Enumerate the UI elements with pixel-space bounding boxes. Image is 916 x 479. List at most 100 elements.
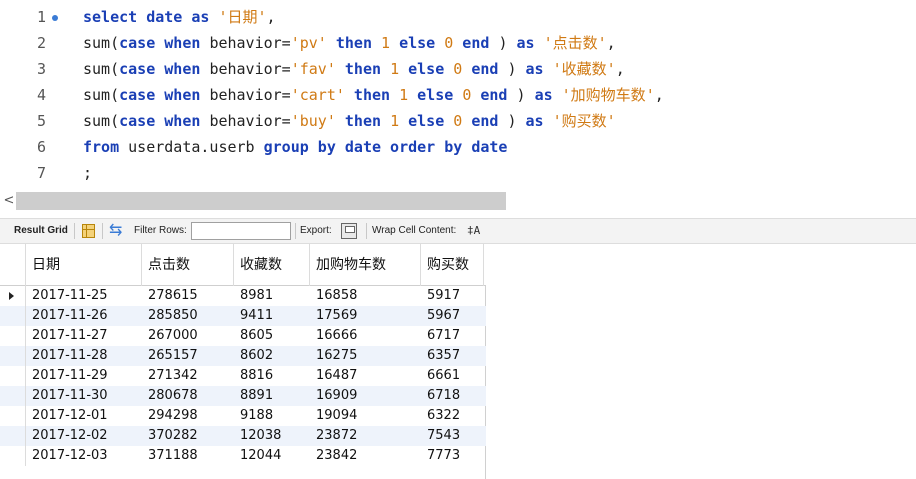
- code-line[interactable]: 4 sum(case when behavior='cart' then 1 el…: [0, 82, 916, 108]
- table-cell[interactable]: 12038: [234, 426, 310, 446]
- table-cell[interactable]: 23872: [310, 426, 421, 446]
- table-cell[interactable]: 8816: [234, 366, 310, 386]
- column-header[interactable]: 收藏数: [234, 244, 310, 286]
- table-cell[interactable]: 19094: [310, 406, 421, 426]
- table-cell[interactable]: 6718: [421, 386, 484, 406]
- sql-editor[interactable]: 1 select date as '日期', 2 sum(case when beha…: [0, 0, 916, 190]
- table-cell[interactable]: 16666: [310, 326, 421, 346]
- table-cell[interactable]: 267000: [142, 326, 234, 346]
- code-line[interactable]: 3 sum(case when behavior='fav' then 1 els…: [0, 56, 916, 82]
- table-cell[interactable]: 23842: [310, 446, 421, 466]
- table-cell[interactable]: 2017-11-30: [26, 386, 142, 406]
- table-cell[interactable]: 7773: [421, 446, 484, 466]
- table-cell[interactable]: 6357: [421, 346, 484, 366]
- table-cell[interactable]: 9411: [234, 306, 310, 326]
- filter-rows-input[interactable]: [191, 222, 291, 240]
- wrap-cell-content-icon[interactable]: ‡A: [467, 219, 480, 243]
- table-cell[interactable]: 280678: [142, 386, 234, 406]
- table-cell[interactable]: 7543: [421, 426, 484, 446]
- code-text[interactable]: sum(case when behavior='cart' then 1 els…: [83, 82, 664, 108]
- column-header[interactable]: 购买数: [421, 244, 484, 286]
- table-cell[interactable]: 9188: [234, 406, 310, 426]
- table-cell[interactable]: 6717: [421, 326, 484, 346]
- row-selector[interactable]: [0, 386, 26, 406]
- code-token: then: [335, 60, 391, 78]
- table-cell[interactable]: 5967: [421, 306, 484, 326]
- table-row[interactable]: 2017-12-01 294298 9188 19094 6322: [0, 406, 486, 426]
- table-cell[interactable]: 6322: [421, 406, 484, 426]
- table-cell[interactable]: 8605: [234, 326, 310, 346]
- code-token: sum(: [83, 112, 120, 130]
- row-selector[interactable]: [0, 426, 26, 446]
- table-cell[interactable]: 12044: [234, 446, 310, 466]
- table-cell[interactable]: 16487: [310, 366, 421, 386]
- code-line[interactable]: 2 sum(case when behavior='pv' then 1 else…: [0, 30, 916, 56]
- code-line[interactable]: 6 from userdata.userb group by date order…: [0, 134, 916, 160]
- table-row[interactable]: 2017-12-02 370282 12038 23872 7543: [0, 426, 486, 446]
- table-cell[interactable]: 8981: [234, 286, 310, 306]
- code-text[interactable]: sum(case when behavior='buy' then 1 else…: [83, 108, 616, 134]
- result-grid-tab[interactable]: Result Grid: [14, 219, 68, 243]
- editor-horizontal-scrollbar[interactable]: <: [0, 190, 916, 212]
- table-cell[interactable]: 6661: [421, 366, 484, 386]
- table-cell[interactable]: 16858: [310, 286, 421, 306]
- table-row[interactable]: 2017-11-27 267000 8605 16666 6717: [0, 326, 486, 346]
- table-cell[interactable]: 285850: [142, 306, 234, 326]
- code-line[interactable]: 7;: [0, 160, 916, 186]
- table-row[interactable]: 2017-11-26 285850 9411 17569 5967: [0, 306, 486, 326]
- table-cell[interactable]: 278615: [142, 286, 234, 306]
- table-cell[interactable]: 5917: [421, 286, 484, 306]
- table-cell[interactable]: 8891: [234, 386, 310, 406]
- code-text[interactable]: sum(case when behavior='fav' then 1 else…: [83, 56, 625, 82]
- code-token: as: [534, 86, 562, 104]
- row-selector[interactable]: [0, 326, 26, 346]
- row-selector[interactable]: [0, 306, 26, 326]
- row-selector[interactable]: [0, 446, 26, 466]
- table-cell[interactable]: 8602: [234, 346, 310, 366]
- code-text[interactable]: from userdata.userb group by date order …: [83, 134, 507, 160]
- code-token: from: [83, 138, 129, 156]
- code-text[interactable]: ;: [83, 160, 92, 186]
- grid-view-icon[interactable]: [82, 224, 95, 238]
- refresh-icon[interactable]: ⇆: [109, 219, 122, 243]
- column-header[interactable]: 点击数: [142, 244, 234, 286]
- table-row[interactable]: 2017-12-03 371188 12044 23842 7773: [0, 446, 486, 466]
- row-selector[interactable]: [0, 286, 26, 306]
- table-cell[interactable]: 265157: [142, 346, 234, 366]
- table-cell[interactable]: 2017-12-01: [26, 406, 142, 426]
- export-icon[interactable]: [341, 223, 357, 239]
- code-text[interactable]: select date as '日期',: [83, 4, 276, 30]
- code-text[interactable]: sum(case when behavior='pv' then 1 else …: [83, 30, 616, 56]
- scrollbar-thumb[interactable]: [16, 192, 506, 210]
- column-header[interactable]: 日期: [26, 244, 142, 286]
- code-token: ,: [606, 34, 616, 52]
- table-cell[interactable]: 2017-12-02: [26, 426, 142, 446]
- code-token: as: [516, 34, 544, 52]
- row-selector[interactable]: [0, 406, 26, 426]
- code-line[interactable]: 1 select date as '日期',: [0, 4, 916, 30]
- table-cell[interactable]: 2017-11-26: [26, 306, 142, 326]
- table-cell[interactable]: 2017-11-27: [26, 326, 142, 346]
- table-row[interactable]: 2017-11-29 271342 8816 16487 6661: [0, 366, 486, 386]
- table-cell[interactable]: 271342: [142, 366, 234, 386]
- row-selector[interactable]: [0, 346, 26, 366]
- table-row[interactable]: 2017-11-30 280678 8891 16909 6718: [0, 386, 486, 406]
- table-row[interactable]: 2017-11-25 278615 8981 16858 5917: [0, 286, 486, 306]
- code-line[interactable]: 5 sum(case when behavior='buy' then 1 els…: [0, 108, 916, 134]
- table-cell[interactable]: 2017-11-29: [26, 366, 142, 386]
- scroll-left-icon[interactable]: <: [2, 192, 16, 210]
- current-statement-marker-icon: [52, 15, 58, 21]
- table-row[interactable]: 2017-11-28 265157 8602 16275 6357: [0, 346, 486, 366]
- row-selector[interactable]: [0, 366, 26, 386]
- table-cell[interactable]: 371188: [142, 446, 234, 466]
- table-cell[interactable]: 16909: [310, 386, 421, 406]
- table-cell[interactable]: 2017-11-25: [26, 286, 142, 306]
- table-cell[interactable]: 2017-12-03: [26, 446, 142, 466]
- table-cell[interactable]: 2017-11-28: [26, 346, 142, 366]
- table-cell[interactable]: 370282: [142, 426, 234, 446]
- table-cell[interactable]: 17569: [310, 306, 421, 326]
- result-grid[interactable]: 日期 点击数 收藏数 加购物车数 购买数 2017-11-25 278615 8981 168…: [0, 244, 486, 479]
- table-cell[interactable]: 294298: [142, 406, 234, 426]
- table-cell[interactable]: 16275: [310, 346, 421, 366]
- column-header[interactable]: 加购物车数: [310, 244, 421, 286]
